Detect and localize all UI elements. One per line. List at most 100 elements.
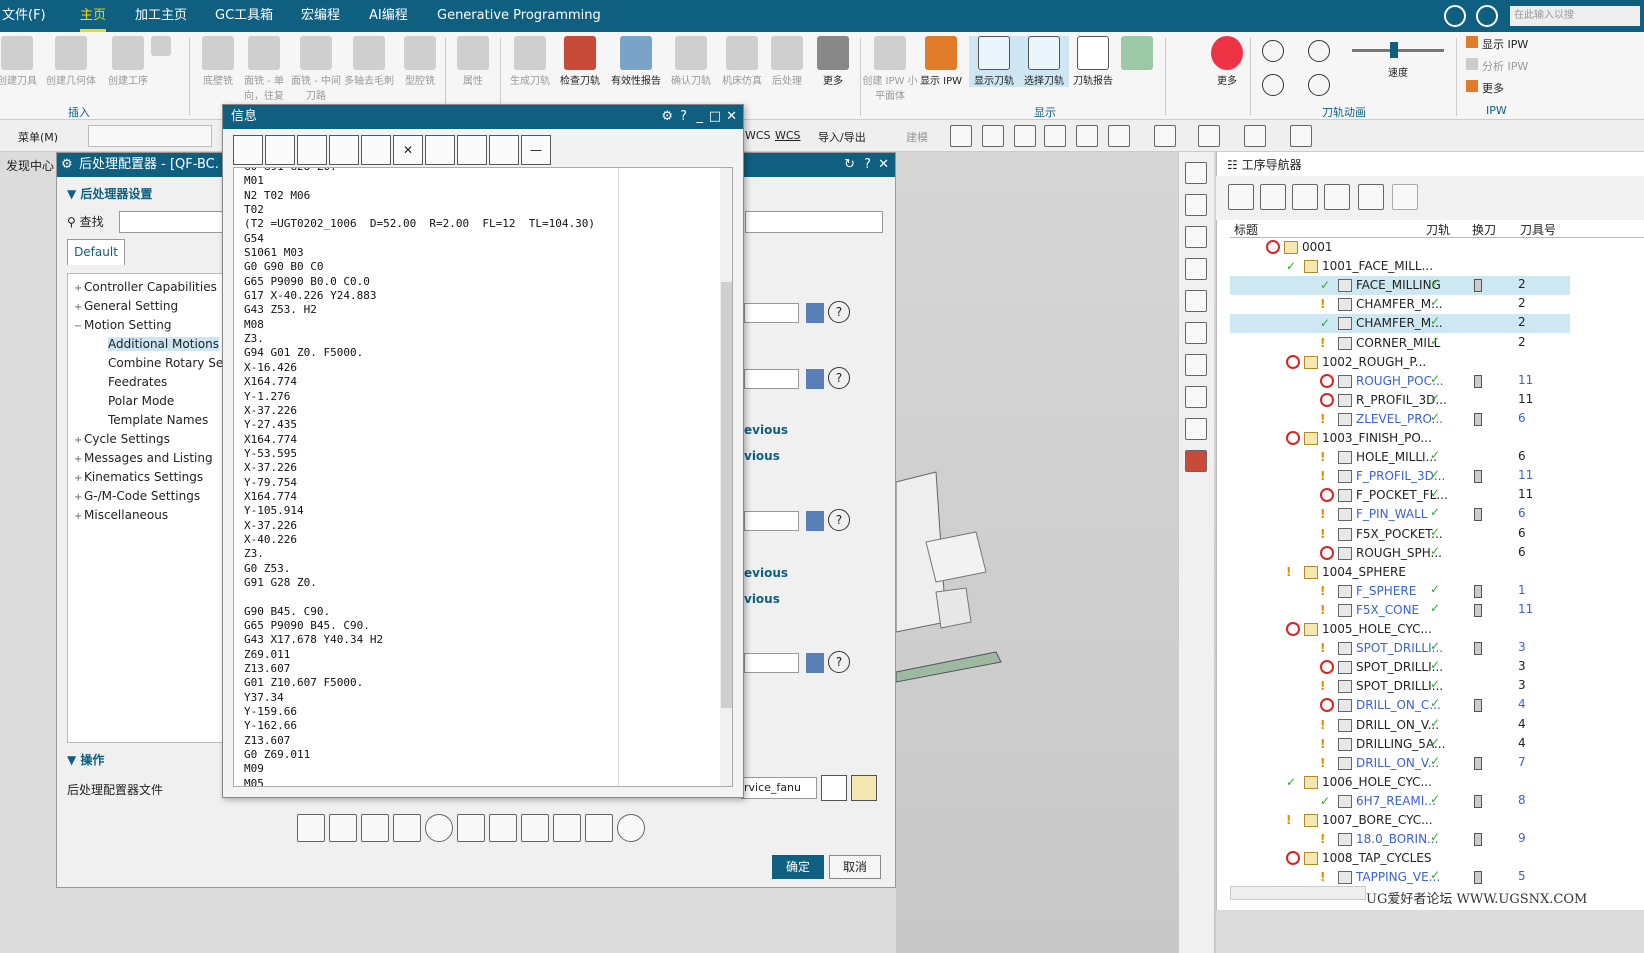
tab-macro[interactable]: 宏编程 bbox=[301, 0, 340, 32]
column-tool-change[interactable]: 换刀 bbox=[1472, 221, 1496, 238]
help-circle-icon[interactable]: ? bbox=[828, 509, 850, 531]
create-geometry-button[interactable]: 创建几何体 bbox=[46, 36, 96, 87]
floor-wall-button[interactable]: 底壁铣 bbox=[193, 36, 243, 87]
wrap-icon[interactable] bbox=[489, 135, 519, 165]
box-icon[interactable] bbox=[1244, 125, 1266, 147]
import-export-button[interactable]: 导入/导出 bbox=[818, 129, 866, 145]
menu-button[interactable]: 菜单(M) bbox=[18, 129, 58, 145]
copy-icon[interactable] bbox=[329, 135, 359, 165]
face-mill-center-button[interactable]: 面铣 - 中间刀路 bbox=[289, 36, 343, 102]
navigator-row[interactable]: ✓ 1006_HOLE_CYC... bbox=[1230, 773, 1570, 792]
step-back-icon[interactable] bbox=[1262, 74, 1284, 96]
edit-icon[interactable] bbox=[489, 814, 517, 842]
confirm-toolpath-button[interactable]: 确认刀轨 bbox=[666, 36, 716, 87]
collapse-icon[interactable]: — bbox=[521, 135, 551, 165]
resource-icon[interactable] bbox=[1185, 322, 1207, 344]
previous-link-3[interactable]: evious bbox=[744, 566, 788, 580]
resource-icon[interactable] bbox=[1185, 194, 1207, 216]
more-ipw-button[interactable]: 更多 bbox=[1466, 80, 1504, 96]
option-dropdown-3[interactable] bbox=[744, 511, 799, 531]
code-scrollbar[interactable] bbox=[720, 168, 732, 786]
tab-generative-programming[interactable]: Generative Programming bbox=[437, 0, 601, 32]
navigator-row[interactable]: 0001 bbox=[1230, 238, 1570, 257]
wcs-button-2[interactable]: WCS bbox=[775, 129, 801, 142]
nc-code-text[interactable]: G0 G91 G28 Z0. M01 N2 T02 M06 T02 (T2 =U… bbox=[233, 167, 733, 787]
resource-icon[interactable] bbox=[1185, 386, 1207, 408]
navigator-row[interactable]: 1005_HOLE_CYC... bbox=[1230, 620, 1570, 639]
tree-item[interactable]: + Miscellaneous bbox=[74, 508, 168, 522]
previous-link-2[interactable]: vious bbox=[744, 449, 780, 463]
remove-icon[interactable] bbox=[1392, 184, 1418, 210]
option-dropdown-2[interactable] bbox=[744, 369, 799, 389]
expand-icon[interactable]: + bbox=[74, 435, 84, 446]
navigator-row[interactable]: 1008_TAP_CYCLES bbox=[1230, 849, 1570, 868]
cancel-button[interactable]: 取消 bbox=[829, 855, 881, 879]
play-reverse-icon[interactable] bbox=[1262, 40, 1284, 62]
validity-report-button[interactable]: 有效性报告 bbox=[608, 36, 664, 87]
lock-icon[interactable] bbox=[806, 369, 824, 389]
create-tool-button[interactable]: 创建刀具 bbox=[0, 36, 42, 87]
help-icon[interactable]: ? bbox=[864, 153, 871, 177]
tree-item[interactable]: − Motion Setting bbox=[74, 318, 171, 332]
command-search-input[interactable]: 在此输入以搜 bbox=[1510, 6, 1640, 26]
geometry-view-icon[interactable] bbox=[1292, 184, 1318, 210]
tab-home[interactable]: 主页 bbox=[80, 0, 107, 32]
previous-link-4[interactable]: vious bbox=[744, 592, 780, 606]
select-toolpath-button[interactable]: 选择刀轨 bbox=[1019, 36, 1069, 87]
add-icon[interactable] bbox=[1358, 184, 1384, 210]
expand-icon[interactable]: + bbox=[74, 511, 84, 522]
tree-item[interactable]: + Messages and Listing bbox=[74, 451, 213, 465]
post-settings-section-header[interactable]: ▼ 后处理器设置 bbox=[67, 185, 152, 202]
resource-icon[interactable] bbox=[1185, 226, 1207, 248]
program-order-view-icon[interactable] bbox=[1228, 184, 1254, 210]
show-ipw-small-button[interactable]: 显示 IPW bbox=[1466, 36, 1528, 52]
expand-icon[interactable]: − bbox=[74, 321, 84, 332]
show-ipw-button[interactable]: 显示 IPW bbox=[916, 36, 966, 87]
post-new-icon[interactable] bbox=[297, 814, 325, 842]
tree-item[interactable]: Combine Rotary Sett bbox=[108, 356, 233, 370]
tree-item[interactable]: + Cycle Settings bbox=[74, 432, 170, 446]
tab-gc-toolkit[interactable]: GC工具箱 bbox=[215, 0, 273, 32]
create-ipw-facet-button[interactable]: 创建 IPW 小平面体 bbox=[862, 36, 918, 102]
smile-icon[interactable] bbox=[1444, 5, 1466, 27]
display-options-button[interactable] bbox=[1112, 36, 1162, 72]
menu-file[interactable]: 文件(F) bbox=[2, 0, 46, 32]
machine-tool-view-icon[interactable] bbox=[1260, 184, 1286, 210]
tree-item[interactable]: + Kinematics Settings bbox=[74, 470, 203, 484]
expand-icon[interactable]: + bbox=[74, 492, 84, 503]
toolpath-report-button[interactable]: 刀轨报告 bbox=[1068, 36, 1118, 87]
def-file-icon[interactable] bbox=[329, 814, 357, 842]
column-title[interactable]: 标题 bbox=[1234, 221, 1258, 238]
help-circle-icon[interactable]: ? bbox=[828, 651, 850, 673]
lock-icon[interactable] bbox=[806, 653, 824, 673]
graphics-window[interactable] bbox=[896, 152, 1216, 953]
find-input-tail[interactable] bbox=[745, 211, 883, 233]
undo-icon[interactable] bbox=[617, 814, 645, 842]
tree-item[interactable]: Additional Motions bbox=[108, 337, 219, 351]
tab-default[interactable]: Default bbox=[67, 239, 125, 265]
help-circle-icon[interactable]: ? bbox=[828, 367, 850, 389]
cut-icon[interactable] bbox=[297, 135, 327, 165]
verify-toolpath-button[interactable]: 检查刀轨 bbox=[555, 36, 605, 87]
cavity-mill-button[interactable]: 型腔铣 bbox=[395, 36, 445, 87]
save-as-icon[interactable] bbox=[233, 135, 263, 165]
column-tool-number[interactable]: 刀具号 bbox=[1520, 221, 1556, 238]
expand-icon[interactable]: + bbox=[74, 283, 84, 294]
expand-icon[interactable]: + bbox=[74, 473, 84, 484]
fit-icon[interactable] bbox=[982, 125, 1004, 147]
resource-icon[interactable] bbox=[1185, 258, 1207, 280]
settings-icon[interactable] bbox=[393, 814, 421, 842]
navigator-row[interactable]: 1002_ROUGH_P... bbox=[1230, 353, 1570, 372]
reset-icon[interactable]: ↻ bbox=[844, 153, 855, 177]
delete-icon[interactable]: ✕ bbox=[393, 135, 423, 165]
properties-button[interactable]: 属性 bbox=[448, 36, 498, 87]
close-icon[interactable]: ✕ bbox=[878, 153, 889, 177]
verify-icon[interactable] bbox=[1185, 450, 1207, 472]
minimize-icon[interactable]: _ bbox=[697, 105, 704, 129]
maximize-icon[interactable]: □ bbox=[709, 105, 721, 129]
method-view-icon[interactable] bbox=[1324, 184, 1350, 210]
resource-icon[interactable] bbox=[1185, 290, 1207, 312]
resource-icon[interactable] bbox=[1185, 162, 1207, 184]
more-button-2[interactable]: 更多 bbox=[1202, 36, 1252, 87]
post-file-dropdown[interactable]: rvice_fanu bbox=[741, 777, 817, 799]
